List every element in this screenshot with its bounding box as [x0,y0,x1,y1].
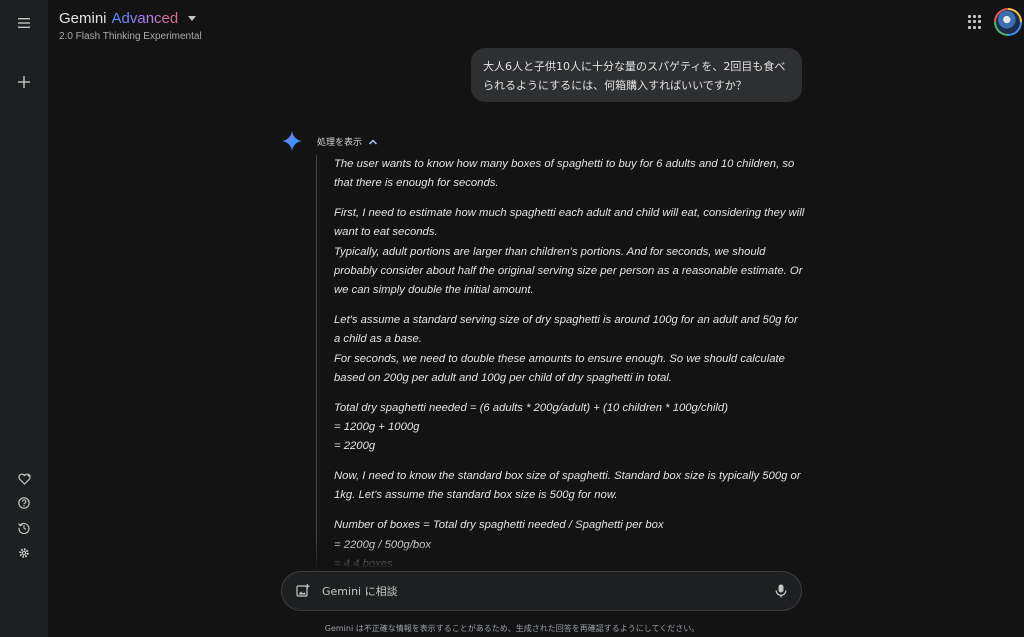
add-image-icon[interactable] [296,584,310,598]
thought-paragraph: The user wants to know how many boxes of… [334,158,795,190]
chevron-down-icon[interactable] [188,15,197,21]
app-title: Gemini [59,9,107,27]
disclaimer-text: Gemini は不正確な情報を表示することがあるため、生成された回答を再確認する… [324,624,700,633]
microphone-icon[interactable] [775,584,787,598]
model-switcher[interactable]: Gemini Advanced [59,8,202,28]
gem-manager-icon[interactable] [12,467,36,491]
user-message-bubble: 大人6人と子供10人に十分な量のスパゲティを、2回目も食べられるようにするには、… [471,48,802,102]
show-thinking-label: 処理を表示 [317,138,363,148]
thought-paragraph: Now, I need to know the standard box siz… [334,470,801,502]
show-thinking-toggle[interactable]: 処理を表示 [317,135,378,148]
chevron-up-icon[interactable] [368,138,378,146]
app-title-accent: Advanced [111,9,179,27]
thinking-panel: The user wants to know how many boxes of… [316,155,806,569]
sidebar-rail [0,0,48,637]
thought-paragraph: Total dry spaghetti needed = (6 adults *… [334,401,728,453]
app-header: Gemini Advanced 2.0 Flash Thinking Exper… [59,8,202,43]
help-icon[interactable] [12,491,36,515]
prompt-input[interactable]: Gemini に相談 [322,583,775,599]
avatar[interactable] [994,8,1022,36]
user-message-text: 大人6人と子供10人に十分な量のスパゲティを、2回目も食べられるようにするには、… [483,60,786,92]
prompt-input-box[interactable]: Gemini に相談 [281,571,802,611]
model-name: 2.0 Flash Thinking Experimental [59,31,202,42]
gemini-spark-icon [282,131,302,151]
new-chat-icon[interactable] [12,70,36,94]
thought-paragraph: First, I need to estimate how much spagh… [334,207,805,297]
menu-icon[interactable] [12,11,36,35]
thought-paragraph: Number of boxes = Total dry spaghetti ne… [334,519,664,569]
thought-paragraph: Let's assume a standard serving size of … [334,314,798,384]
apps-grid-icon[interactable] [968,15,982,29]
activity-icon[interactable] [12,516,36,540]
settings-icon[interactable] [12,541,36,565]
